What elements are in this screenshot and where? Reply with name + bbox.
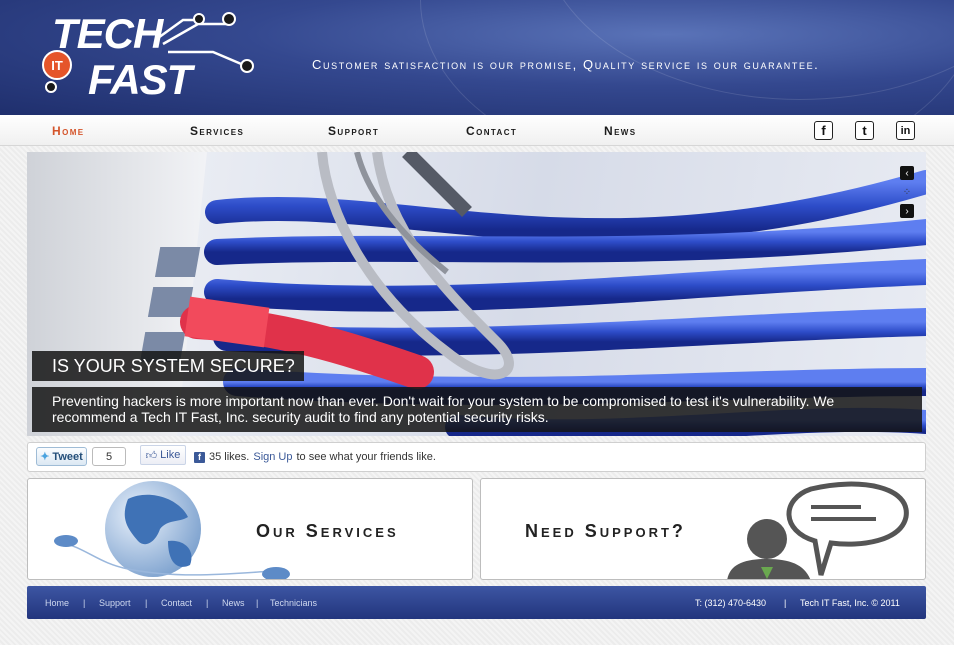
linkedin-icon[interactable]: in: [896, 121, 915, 140]
our-services-title: Our Services: [256, 521, 399, 541]
footer-separator: |: [83, 598, 86, 608]
footer-separator: |: [145, 598, 148, 608]
our-services-panel[interactable]: Our Services: [27, 478, 473, 580]
facebook-icon[interactable]: f: [814, 121, 833, 140]
header-tagline: Customer satisfaction is our promise, Qu…: [312, 57, 820, 72]
like-button-label: Like: [160, 449, 181, 461]
twitter-icon[interactable]: t: [855, 121, 874, 140]
globe-mouse-graphic: [54, 481, 290, 579]
site-logo[interactable]: TECH IT FAST: [38, 8, 268, 108]
footer-link-support[interactable]: Support: [99, 598, 131, 608]
tweet-count-badge: 5: [92, 447, 126, 466]
footer-separator: |: [256, 598, 259, 608]
slider-next-button[interactable]: ›: [900, 204, 914, 218]
tweet-button[interactable]: ✦ Tweet: [36, 447, 87, 466]
slider-prev-button[interactable]: ‹: [900, 166, 914, 180]
thumbs-up-icon: 👍︎: [145, 449, 158, 462]
footer-separator: |: [784, 598, 787, 608]
facebook-small-icon: f: [194, 451, 205, 463]
main-nav: Home Services Support Contact News f t i…: [0, 115, 954, 146]
slide-caption-title: IS YOUR SYSTEM SECURE?: [32, 351, 304, 381]
tweet-button-label: Tweet: [52, 450, 83, 463]
logo-text-fast: FAST: [88, 56, 192, 103]
logo-text-tech: TECH: [52, 10, 163, 57]
facebook-like-text: f 35 likes. Sign Up to see what your fri…: [194, 451, 436, 463]
nav-item-contact[interactable]: Contact: [466, 124, 517, 138]
support-person-chat-graphic: [727, 481, 909, 579]
footer-link-home[interactable]: Home: [45, 598, 69, 608]
footer-separator: |: [206, 598, 209, 608]
site-header: TECH IT FAST Customer satisfaction is ou…: [0, 0, 954, 115]
twitter-bird-icon: ✦: [40, 451, 50, 463]
nav-item-support[interactable]: Support: [328, 124, 379, 138]
social-share-bar: ✦ Tweet 5 👍︎ Like f 35 likes. Sign Up to…: [27, 442, 926, 472]
need-support-panel[interactable]: Need Support?: [480, 478, 926, 580]
like-count-text: 35 likes.: [209, 451, 250, 463]
slide-caption-body: Preventing hackers is more important now…: [32, 387, 922, 432]
nav-item-services[interactable]: Services: [190, 124, 244, 138]
footer-link-contact[interactable]: Contact: [161, 598, 192, 608]
slider-pause-button[interactable]: ⁘: [900, 185, 914, 199]
signup-suffix-text: to see what your friends like.: [296, 451, 436, 463]
nav-item-news[interactable]: News: [604, 124, 637, 138]
facebook-like-button[interactable]: 👍︎ Like: [140, 445, 186, 465]
footer-copyright: Tech IT Fast, Inc. © 2011: [800, 598, 900, 608]
site-footer: Home | Support | Contact | News | Techni…: [27, 586, 926, 619]
footer-link-news[interactable]: News: [222, 598, 245, 608]
nav-item-home[interactable]: Home: [52, 124, 85, 138]
footer-link-technicians[interactable]: Technicians: [270, 598, 317, 608]
logo-badge-it: IT: [42, 50, 72, 80]
signup-link[interactable]: Sign Up: [253, 451, 292, 463]
footer-phone: T: (312) 470-6430: [695, 598, 767, 608]
